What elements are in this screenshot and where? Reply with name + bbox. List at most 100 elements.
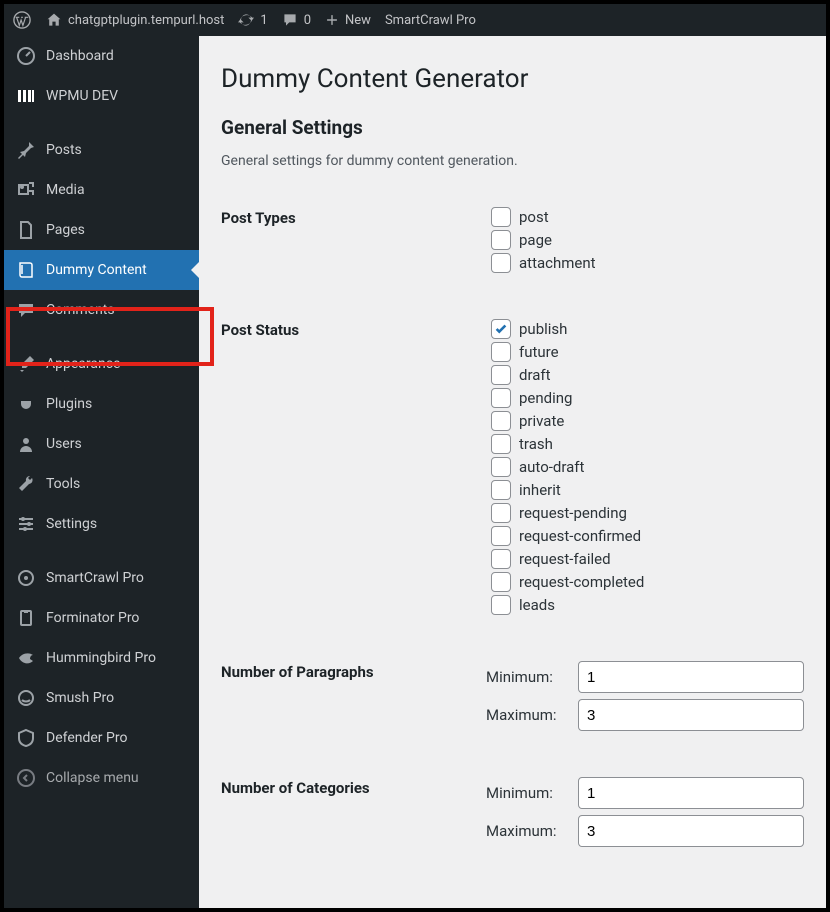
- checkbox-label: future: [519, 343, 559, 361]
- post-status-option[interactable]: draft: [491, 365, 804, 385]
- checkbox-icon: [491, 480, 511, 500]
- sidebar-item-comments[interactable]: Comments: [4, 290, 199, 330]
- checkbox-icon: [491, 253, 511, 273]
- checkbox-label: request-confirmed: [519, 527, 641, 545]
- sidebar-item-hummingbird[interactable]: Hummingbird Pro: [4, 638, 199, 678]
- collapse-icon: [16, 768, 36, 788]
- main-content: Dummy Content Generator General Settings…: [199, 36, 826, 908]
- paragraphs-min-input[interactable]: [578, 661, 804, 693]
- target-icon: [16, 568, 36, 588]
- checkbox-icon: [491, 549, 511, 569]
- media-icon: [16, 180, 36, 200]
- sidebar-item-appearance[interactable]: Appearance: [4, 344, 199, 384]
- num-categories-label: Number of Categories: [221, 777, 486, 797]
- checkbox-label: publish: [519, 320, 567, 338]
- post-status-option[interactable]: request-failed: [491, 549, 804, 569]
- post-status-option[interactable]: trash: [491, 434, 804, 454]
- checkbox-icon: [491, 342, 511, 362]
- site-name: chatgptplugin.tempurl.host: [68, 13, 224, 28]
- checkbox-icon: [491, 434, 511, 454]
- book-icon: [16, 260, 36, 280]
- checkbox-label: auto-draft: [519, 458, 584, 476]
- brush-icon: [16, 354, 36, 374]
- checkbox-label: private: [519, 412, 564, 430]
- admin-topbar: chatgptplugin.tempurl.host 1 0 New Smart…: [4, 4, 826, 36]
- sidebar-item-pages[interactable]: Pages: [4, 210, 199, 250]
- post-status-option[interactable]: request-pending: [491, 503, 804, 523]
- sidebar-item-forminator[interactable]: Forminator Pro: [4, 598, 199, 638]
- checkbox-icon: [491, 411, 511, 431]
- sidebar-item-label: Smush Pro: [46, 690, 114, 706]
- checkbox-label: page: [519, 231, 552, 249]
- post-status-option[interactable]: pending: [491, 388, 804, 408]
- sidebar-item-settings[interactable]: Settings: [4, 504, 199, 544]
- sidebar-item-label: Dashboard: [46, 48, 114, 64]
- collapse-menu-button[interactable]: Collapse menu: [4, 758, 199, 798]
- sidebar-item-wpmudev[interactable]: WPMU DEV: [4, 76, 199, 116]
- sidebar-item-users[interactable]: Users: [4, 424, 199, 464]
- min-label: Minimum:: [486, 784, 572, 802]
- sidebar-item-media[interactable]: Media: [4, 170, 199, 210]
- sidebar-item-smush[interactable]: Smush Pro: [4, 678, 199, 718]
- checkbox-icon: [491, 230, 511, 250]
- checkbox-label: trash: [519, 435, 553, 453]
- smartcrawl-topbar-link[interactable]: SmartCrawl Pro: [385, 13, 476, 28]
- sidebar-item-plugins[interactable]: Plugins: [4, 384, 199, 424]
- post-type-option[interactable]: page: [491, 230, 804, 250]
- sidebar-item-label: Media: [46, 182, 85, 198]
- section-description: General settings for dummy content gener…: [221, 153, 804, 169]
- post-status-option[interactable]: request-confirmed: [491, 526, 804, 546]
- post-status-option[interactable]: publish: [491, 319, 804, 339]
- wordpress-logo-icon[interactable]: [12, 10, 32, 30]
- checkbox-icon: [491, 319, 511, 339]
- plug-icon: [16, 394, 36, 414]
- new-content-link[interactable]: New: [325, 13, 371, 28]
- checkbox-label: inherit: [519, 481, 561, 499]
- checkbox-icon: [491, 207, 511, 227]
- sidebar-item-label: Posts: [46, 142, 82, 158]
- sidebar-item-label: Tools: [46, 476, 80, 492]
- post-type-option[interactable]: attachment: [491, 253, 804, 273]
- sidebar-item-dummy-content[interactable]: Dummy Content: [4, 250, 199, 290]
- shield-icon: [16, 728, 36, 748]
- sidebar-item-smartcrawl[interactable]: SmartCrawl Pro: [4, 558, 199, 598]
- sidebar-item-label: Settings: [46, 516, 97, 532]
- post-status-list: publish future draft pending private trash aut…: [491, 319, 804, 615]
- sidebar-item-label: SmartCrawl Pro: [46, 570, 144, 586]
- num-paragraphs-label: Number of Paragraphs: [221, 661, 486, 681]
- sliders-icon: [16, 514, 36, 534]
- page-title: Dummy Content Generator: [221, 64, 804, 94]
- categories-min-input[interactable]: [578, 777, 804, 809]
- checkbox-label: pending: [519, 389, 572, 407]
- sidebar-item-dashboard[interactable]: Dashboard: [4, 36, 199, 76]
- sidebar-item-label: Users: [46, 436, 82, 452]
- site-home-link[interactable]: chatgptplugin.tempurl.host: [46, 12, 224, 28]
- post-status-option[interactable]: leads: [491, 595, 804, 615]
- sidebar-item-posts[interactable]: Posts: [4, 130, 199, 170]
- post-type-option[interactable]: post: [491, 207, 804, 227]
- wpmudev-icon: [16, 86, 36, 106]
- sidebar-item-label: WPMU DEV: [46, 88, 118, 104]
- post-status-option[interactable]: auto-draft: [491, 457, 804, 477]
- sidebar-item-tools[interactable]: Tools: [4, 464, 199, 504]
- sidebar-item-defender[interactable]: Defender Pro: [4, 718, 199, 758]
- checkbox-icon: [491, 572, 511, 592]
- updates-link[interactable]: 1: [238, 12, 267, 28]
- post-status-option[interactable]: inherit: [491, 480, 804, 500]
- sidebar-item-label: Comments: [46, 302, 115, 318]
- categories-max-input[interactable]: [578, 815, 804, 847]
- post-status-option[interactable]: future: [491, 342, 804, 362]
- section-title: General Settings: [221, 116, 804, 139]
- post-status-option[interactable]: request-completed: [491, 572, 804, 592]
- paragraphs-max-input[interactable]: [578, 699, 804, 731]
- sidebar-item-label: Hummingbird Pro: [46, 650, 156, 666]
- checkbox-label: request-pending: [519, 504, 627, 522]
- checkbox-label: post: [519, 208, 549, 226]
- checkbox-icon: [491, 526, 511, 546]
- max-label: Maximum:: [486, 822, 572, 840]
- comments-link[interactable]: 0: [282, 12, 311, 28]
- post-status-option[interactable]: private: [491, 411, 804, 431]
- comments-count: 0: [304, 13, 311, 28]
- sidebar-item-label: Plugins: [46, 396, 92, 412]
- max-label: Maximum:: [486, 706, 572, 724]
